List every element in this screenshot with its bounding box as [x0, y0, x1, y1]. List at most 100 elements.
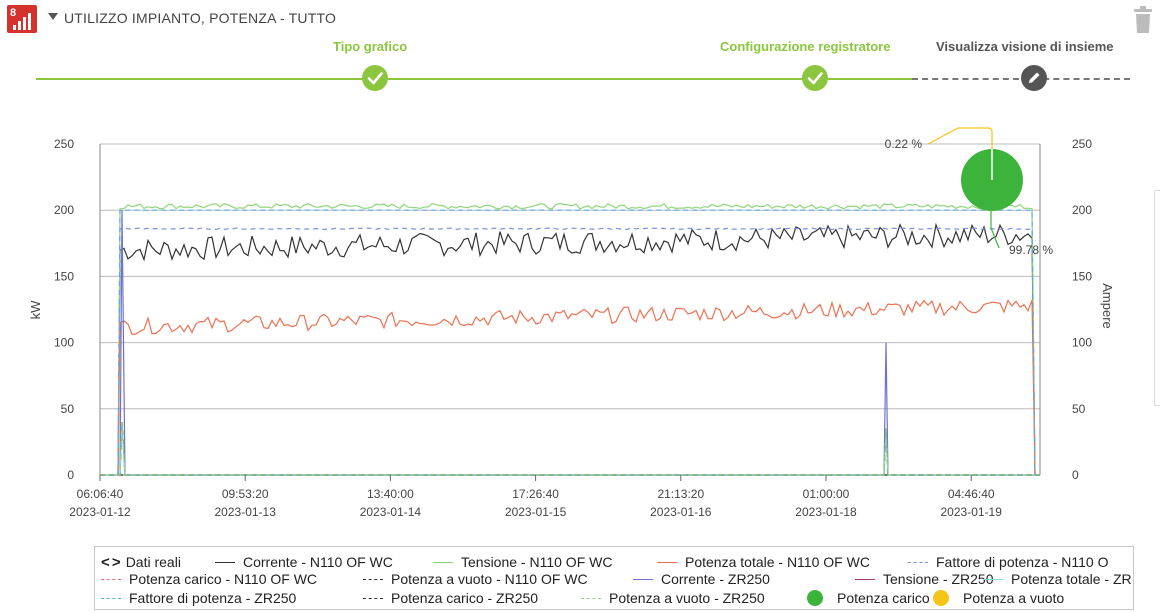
chart-canvas: 250 200 150 100 50 0 250 200 150 100 50 0 kW Ampere 06… — [28, 127, 1115, 519]
legend-label: Potenza a vuoto - ZR250 — [609, 590, 765, 606]
chart-legend: < > Dati reali Corrente - N110 OF WC Tens… — [94, 546, 1134, 610]
series-line — [117, 202, 1036, 476]
legend-item[interactable]: Potenza carico — [807, 589, 930, 607]
legend-label: Potenza carico — [837, 590, 930, 606]
series-line — [100, 421, 1040, 476]
legend-item[interactable]: Fattore di potenza - N110 O — [908, 553, 1109, 571]
legend-swatch — [363, 578, 383, 580]
x-tick-time: 13:40:00 — [367, 487, 414, 501]
trash-icon[interactable] — [1131, 6, 1155, 34]
legend-swatch — [101, 597, 121, 599]
y-tick-label: 50 — [61, 402, 75, 416]
pie-connector-carico — [990, 211, 1000, 249]
pie-label-carico: 99.78 % — [1009, 243, 1053, 257]
legend-label: Potenza a vuoto - N110 OF WC — [391, 571, 588, 587]
step-label-tipo-grafico[interactable]: Tipo grafico — [333, 39, 407, 54]
legend-item[interactable]: Corrente - ZR250 — [633, 570, 770, 588]
y-tick-label: 250 — [54, 137, 74, 151]
y2-tick-label: 250 — [1072, 137, 1092, 151]
legend-item[interactable]: Tensione - N110 OF WC — [433, 553, 612, 571]
chevron-left-right-icon[interactable]: < > — [101, 554, 121, 571]
legend-item[interactable]: Tensione - ZR250 — [855, 570, 994, 588]
side-panel-edge — [1154, 190, 1160, 406]
legend-label: Corrente - N110 OF WC — [243, 554, 393, 570]
series-line — [100, 421, 1040, 476]
panel-header: 8 UTILIZZO IMPIANTO, POTENZA - TUTTO — [0, 0, 1160, 36]
legend-label: Potenza carico - N110 OF WC — [129, 571, 318, 587]
legend-item[interactable]: Fattore di potenza - ZR250 — [101, 589, 296, 607]
x-tick-date: 2023-01-13 — [215, 505, 277, 519]
legend-swatch — [433, 561, 453, 563]
pencil-icon[interactable] — [1021, 65, 1047, 91]
y2-tick-label: 200 — [1072, 203, 1092, 217]
page-title: UTILIZZO IMPIANTO, POTENZA - TUTTO — [64, 10, 337, 26]
chart-bars-icon[interactable]: 8 — [7, 5, 37, 33]
x-tick-date: 2023-01-15 — [505, 505, 567, 519]
series-line — [117, 222, 1036, 476]
x-tick-time: 21:13:20 — [657, 487, 704, 501]
legend-label: Fattore di potenza - N110 O — [936, 554, 1109, 570]
series-line — [100, 421, 1040, 476]
legend-label: Tensione - N110 OF WC — [461, 554, 613, 570]
legend-item[interactable]: Potenza a vuoto - ZR250 — [581, 589, 765, 607]
stepper-progress-line — [36, 78, 912, 80]
pie-connector-a-vuoto — [927, 127, 993, 149]
legend-item[interactable]: Potenza totale - ZR — [983, 570, 1132, 588]
y-tick-label: 0 — [67, 468, 74, 482]
legend-label: Potenza totale - ZR — [1011, 571, 1132, 587]
wizard-stepper: Tipo grafico Configurazione registratore… — [0, 36, 1160, 96]
legend-swatch — [657, 561, 677, 563]
y-axis-label: kW — [28, 300, 43, 320]
y2-tick-label: 150 — [1072, 269, 1092, 283]
step-label-visualizza[interactable]: Visualizza visione di insieme — [936, 39, 1114, 54]
pie-label-a-vuoto: 0.22 % — [885, 137, 923, 151]
y2-tick-label: 50 — [1072, 402, 1086, 416]
x-tick-time: 09:53:20 — [222, 487, 269, 501]
legend-item[interactable]: Potenza carico - ZR250 — [363, 589, 538, 607]
legend-nav[interactable]: < > Dati reali — [101, 553, 181, 571]
legend-swatch — [908, 561, 928, 563]
legend-swatch — [101, 578, 121, 580]
legend-item[interactable]: Potenza a vuoto — [933, 589, 1064, 607]
series-line — [100, 421, 1040, 476]
series-line — [117, 299, 1036, 476]
y-tick-label: 200 — [54, 203, 74, 217]
legend-item[interactable]: Potenza a vuoto - N110 OF WC — [363, 570, 588, 588]
legend-item[interactable]: Corrente - N110 OF WC — [215, 553, 393, 571]
y-tick-label: 150 — [54, 269, 74, 283]
x-tick-date: 2023-01-16 — [650, 505, 712, 519]
legend-nav-label: Dati reali — [125, 554, 181, 570]
check-icon[interactable] — [362, 65, 388, 91]
legend-swatch — [633, 578, 653, 580]
legend-swatch — [215, 561, 235, 563]
legend-swatch — [855, 578, 875, 580]
step-label-configurazione[interactable]: Configurazione registratore — [720, 39, 890, 54]
legend-label: Corrente - ZR250 — [661, 571, 770, 587]
legend-label: Fattore di potenza - ZR250 — [129, 590, 297, 606]
x-tick-time: 04:46:40 — [948, 487, 995, 501]
y-tick-label: 100 — [54, 336, 74, 350]
x-tick-time: 17:26:40 — [512, 487, 559, 501]
app-badge-number: 8 — [10, 7, 16, 19]
legend-swatch — [363, 597, 383, 599]
legend-item[interactable]: Potenza totale - N110 OF WC — [657, 553, 870, 571]
legend-label: Potenza a vuoto — [963, 590, 1065, 606]
check-icon[interactable] — [802, 65, 828, 91]
legend-swatch — [983, 578, 1003, 580]
x-tick-time: 01:00:00 — [803, 487, 850, 501]
line-chart: 250 200 150 100 50 0 250 200 150 100 50 0 kW Ampere 06… — [0, 110, 1160, 540]
y2-tick-label: 0 — [1072, 468, 1079, 482]
chevron-down-icon[interactable] — [48, 13, 58, 20]
legend-item[interactable]: Potenza carico - N110 OF WC — [101, 570, 317, 588]
x-tick-date: 2023-01-14 — [360, 505, 422, 519]
legend-swatch — [581, 597, 601, 599]
legend-label: Potenza carico - ZR250 — [391, 590, 539, 606]
x-tick-date: 2023-01-19 — [941, 505, 1003, 519]
legend-dot-icon — [807, 590, 823, 606]
x-tick-date: 2023-01-18 — [795, 505, 857, 519]
x-tick-time: 06:06:40 — [77, 487, 124, 501]
y2-tick-label: 100 — [1072, 336, 1092, 350]
legend-label: Potenza totale - N110 OF WC — [685, 554, 870, 570]
series-line — [117, 227, 1036, 476]
legend-dot-icon — [933, 590, 949, 606]
